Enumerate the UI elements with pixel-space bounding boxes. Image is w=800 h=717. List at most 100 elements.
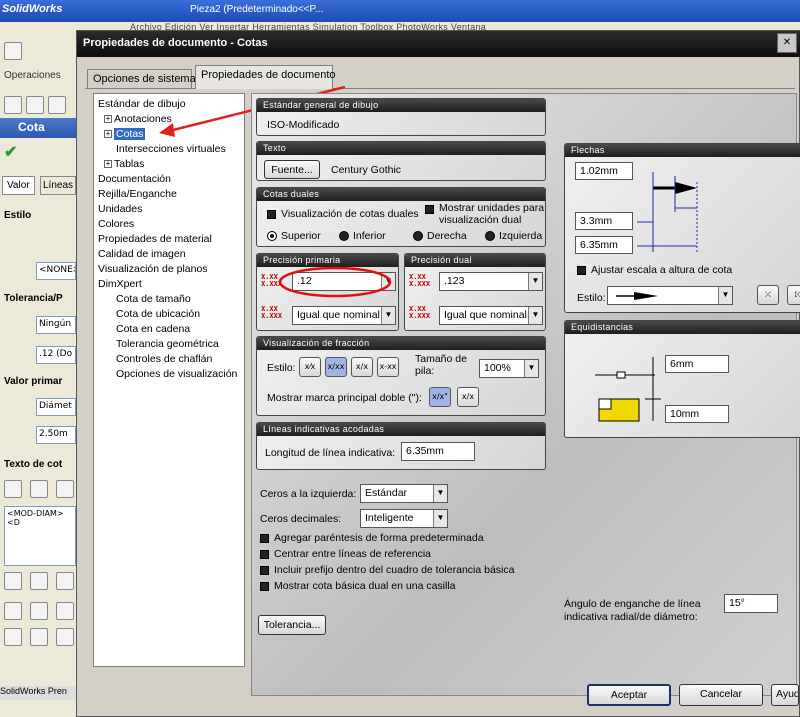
value-field[interactable]: 2.50m (36, 426, 76, 444)
expand-icon[interactable]: + (104, 130, 112, 139)
font-button[interactable]: Fuente... (264, 160, 320, 179)
align-right-icon[interactable] (56, 572, 74, 590)
offset-1-input[interactable]: 6mm (665, 355, 729, 373)
tree-item[interactable]: Unidades (98, 203, 142, 216)
radio-izquierda[interactable] (485, 231, 495, 241)
offset-icon[interactable] (56, 480, 74, 498)
dim-text-field[interactable]: <MOD-DIAM><D (4, 506, 76, 566)
radio-derecha[interactable] (413, 231, 423, 241)
scale-arrows-label: Ajustar escala a altura de cota (591, 264, 733, 276)
tree-item[interactable]: Documentación (98, 173, 171, 186)
tree-item[interactable]: Visualización de planos (98, 263, 208, 276)
tree-item[interactable]: Cota en cadena (116, 323, 190, 336)
degree-symbol-icon[interactable] (30, 602, 48, 620)
basic-dual-checkbox[interactable] (260, 582, 269, 591)
tree-item[interactable]: Cota de tamaño (116, 293, 191, 306)
paren-icon[interactable] (4, 480, 22, 498)
tab-document-properties[interactable]: Propiedades de documento (195, 65, 336, 89)
help-button[interactable]: Ayuda (771, 684, 799, 706)
dual-tolerance-select[interactable]: Igual que nominal ▼ (439, 306, 543, 325)
tree-item[interactable]: Controles de chaflán (116, 353, 212, 366)
angle-input[interactable]: 15° (724, 594, 778, 613)
expand-icon[interactable]: + (104, 115, 112, 124)
group-header: Texto (257, 142, 545, 155)
plusminus-symbol-icon[interactable] (56, 602, 74, 620)
align-center-icon[interactable] (30, 572, 48, 590)
accept-button[interactable]: Aceptar (587, 684, 671, 706)
tree-item[interactable]: Cota de ubicación (116, 308, 200, 321)
close-icon[interactable]: ✕ (777, 33, 797, 53)
tolerance-field[interactable]: Ningún (36, 316, 76, 334)
tree-item-label: Rejilla/Enganche (98, 188, 177, 200)
cancel-button[interactable]: Cancelar (679, 684, 763, 706)
group-header: Equidistancias (565, 321, 800, 334)
dual-units-checkbox[interactable] (425, 205, 434, 214)
center-icon[interactable] (30, 480, 48, 498)
tab-valor[interactable]: Valor (2, 176, 35, 195)
tree-item[interactable]: Intersecciones virtuales (116, 143, 226, 156)
prefix-checkbox[interactable] (260, 566, 269, 575)
status-bar: SolidWorks Pren (0, 686, 80, 700)
group-text: Texto Fuente... Century Gothic (256, 141, 546, 181)
tree-item[interactable]: Opciones de visualización (116, 368, 237, 381)
tree-item[interactable]: + Tablas (104, 158, 144, 171)
expand-icon[interactable]: + (104, 160, 112, 169)
document-tab[interactable]: Pieza2 (Predeterminado<<P... (190, 4, 323, 15)
more-symbols-icon[interactable] (56, 628, 74, 646)
dual-display-checkbox[interactable] (267, 210, 276, 219)
group-header: Líneas indicativas acodadas (257, 423, 545, 436)
scale-arrows-checkbox[interactable] (577, 266, 586, 275)
leading-zeros-select[interactable]: Estándar ▼ (360, 484, 448, 503)
fraction-style-4-icon[interactable]: x-xx (377, 357, 399, 377)
dual-precision-select[interactable]: .123 ▼ (439, 272, 543, 291)
tolerance-button[interactable]: Tolerancia... (258, 615, 326, 635)
arrow-size-3-input[interactable]: 6.35mm (575, 236, 633, 254)
stack-size-select[interactable]: 100% ▼ (479, 359, 539, 378)
tree-item[interactable]: Tolerancia geométrica (116, 338, 219, 351)
arrow-option-2-icon[interactable]: ⤪ (787, 285, 800, 305)
group-fraction-display: Visualización de fracción Estilo: x⁄x x/… (256, 336, 546, 416)
primary-tolerance-select[interactable]: Igual que nominal ▼ (292, 306, 396, 325)
featuretree-icon[interactable] (4, 96, 22, 114)
tree-item-label: Controles de chaflán (116, 353, 213, 365)
configmanager-icon[interactable] (48, 96, 66, 114)
fraction-style-1-icon[interactable]: x⁄x (299, 357, 321, 377)
tree-item[interactable]: DimXpert (98, 278, 142, 291)
depth-icon[interactable] (30, 628, 48, 646)
align-left-icon[interactable] (4, 572, 22, 590)
ok-check-icon[interactable]: ✔ (4, 142, 84, 162)
arrow-size-1-input[interactable]: 1.02mm (575, 162, 633, 180)
precision-field[interactable]: .12 (Do (36, 346, 76, 364)
tree-item[interactable]: Colores (98, 218, 134, 231)
tree-item[interactable]: Calidad de imagen (98, 248, 186, 261)
arrow-size-2-input[interactable]: 3.3mm (575, 212, 633, 230)
fraction-style-2-icon[interactable]: x/xx (325, 357, 347, 377)
sketch-icon[interactable] (4, 42, 22, 60)
operations-tab[interactable]: Operaciones (4, 70, 84, 81)
tree-item[interactable]: Propiedades de material (98, 233, 212, 246)
tab-lineas[interactable]: Líneas (40, 176, 77, 195)
none-field[interactable]: <NONE> (36, 262, 76, 280)
double-prime-off-icon[interactable]: x/x (457, 387, 479, 407)
leader-length-input[interactable]: 6.35mm (401, 442, 475, 461)
double-prime-on-icon[interactable]: x/x" (429, 387, 451, 407)
fraction-style-3-icon[interactable]: x/x (351, 357, 373, 377)
trailing-zeros-select[interactable]: Inteligente ▼ (360, 509, 448, 528)
propertymanager-icon[interactable] (26, 96, 44, 114)
parentheses-checkbox[interactable] (260, 534, 269, 543)
diameter-symbol-icon[interactable] (4, 602, 22, 620)
diameter-field[interactable]: Diámet (36, 398, 76, 416)
arrow-option-1-icon[interactable]: ⤫ (757, 285, 779, 305)
tree-item-label: Colores (98, 218, 135, 230)
highlight-ellipse (278, 266, 392, 298)
radio-izquierda-label: Izquierda (499, 230, 543, 242)
center-checkbox[interactable] (260, 550, 269, 559)
arrow-style-select[interactable]: ▼ (607, 286, 733, 305)
offset-2-input[interactable]: 10mm (665, 405, 729, 423)
tree-item-label: Opciones de visualización (116, 368, 238, 380)
counterbore-icon[interactable] (4, 628, 22, 646)
angle-label-2: indicativa radial/de diámetro: (564, 611, 698, 623)
radio-inferior[interactable] (339, 231, 349, 241)
radio-superior[interactable] (267, 231, 277, 241)
tree-item[interactable]: Rejilla/Enganche (98, 188, 177, 201)
